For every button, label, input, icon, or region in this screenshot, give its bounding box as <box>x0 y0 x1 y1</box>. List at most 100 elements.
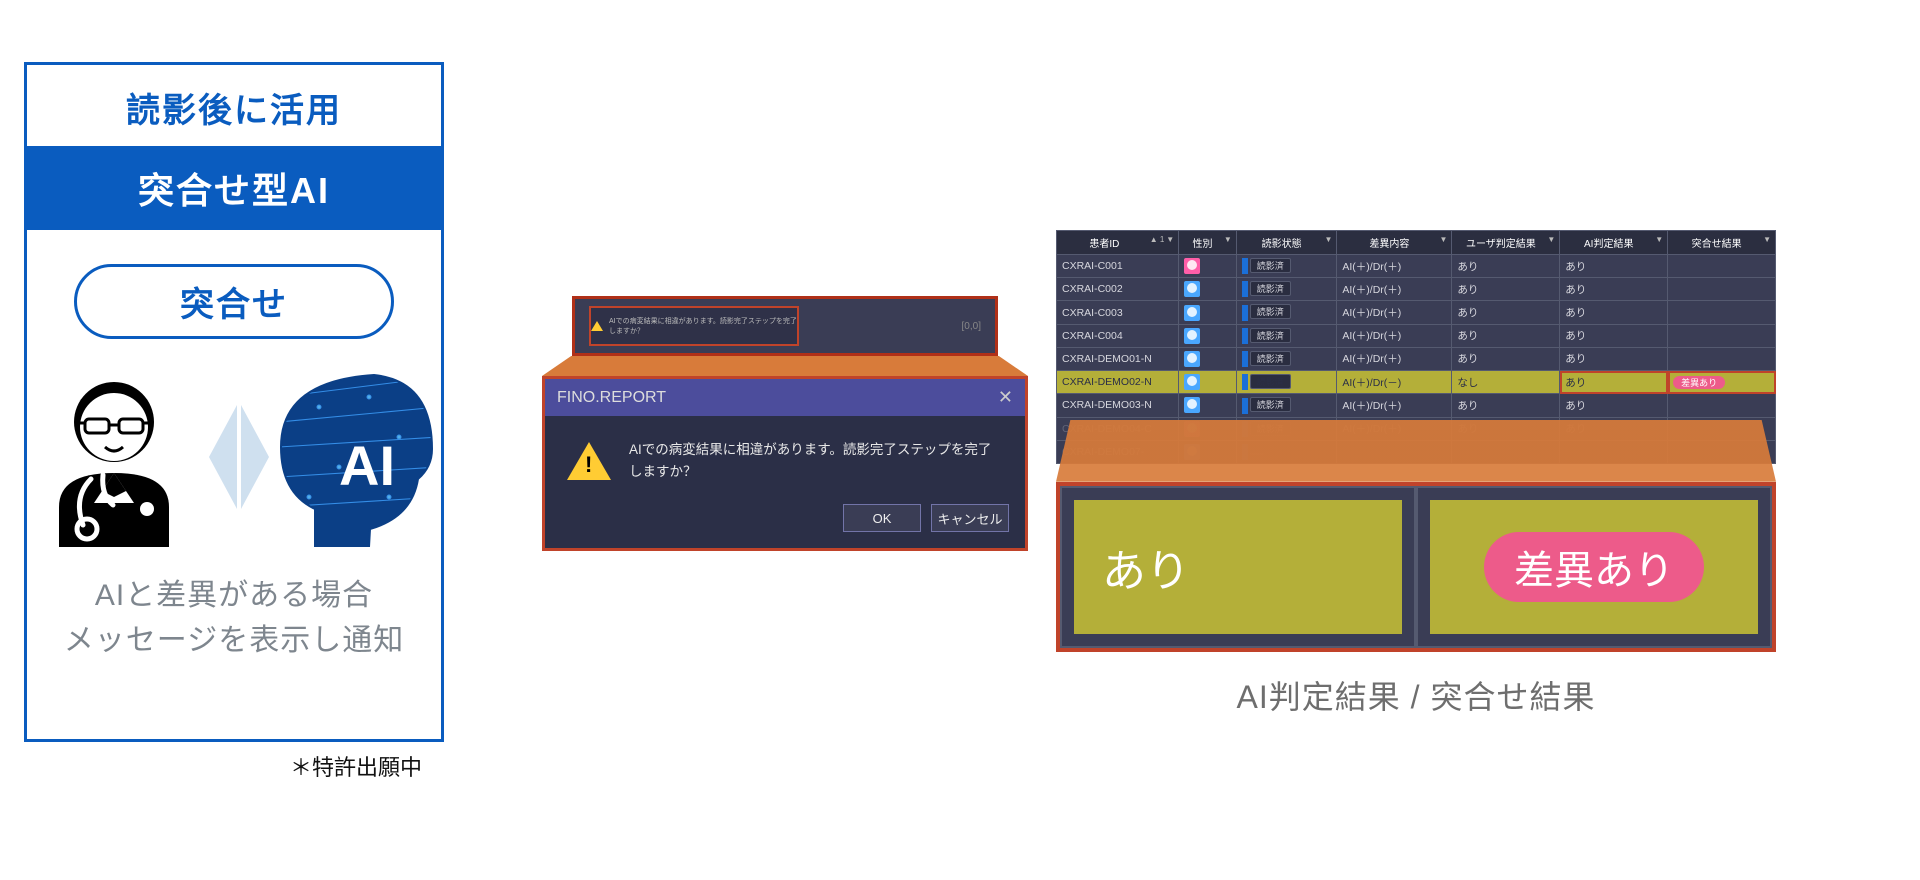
zoom-ai-value: あり <box>1102 535 1190 599</box>
table-cell <box>1179 301 1237 324</box>
col-header[interactable]: 差異内容▼ <box>1337 231 1452 255</box>
col-header[interactable]: ユーザ判定結果▼ <box>1452 231 1560 255</box>
filter-icon[interactable]: ▼ <box>1547 235 1555 244</box>
table-row[interactable]: CXRAI-C004読影済AI(＋)/Dr(＋)ありあり <box>1057 324 1776 347</box>
card-description: AIと差異がある場合 メッセージを表示し通知 <box>27 573 441 663</box>
dialog-message: AIでの病変結果に相違があります。読影完了ステップを完了しますか？ <box>629 439 1003 482</box>
close-icon[interactable]: ✕ <box>998 387 1013 408</box>
status-strip-icon <box>1242 374 1248 390</box>
table-cell: 読影済 <box>1236 324 1337 347</box>
table-row[interactable]: CXRAI-C001読影済AI(＋)/Dr(＋)ありあり <box>1057 255 1776 278</box>
zoom-connector <box>1056 420 1776 482</box>
table-cell: CXRAI-C002 <box>1057 278 1179 301</box>
table-cell: あり <box>1452 324 1560 347</box>
filter-icon[interactable]: ▼ <box>1224 235 1232 244</box>
table-cell: あり <box>1452 301 1560 324</box>
mini-preview-dialog: AIでの病変結果に相違があります。読影完了ステップを完了しますか？ <box>589 306 799 346</box>
table-cell: AI(＋)/Dr(＋) <box>1337 278 1452 301</box>
table-cell: 読影済 <box>1236 394 1337 417</box>
status-strip-icon <box>1242 328 1248 344</box>
table-cell <box>1179 371 1237 394</box>
status-pill: 読影済 <box>1250 374 1291 389</box>
table-cell: AI(＋)/Dr(－) <box>1337 371 1452 394</box>
table-cell: なし <box>1452 371 1560 394</box>
table-row[interactable]: CXRAI-DEMO02-N読影済AI(＋)/Dr(－)なしあり差異あり <box>1057 371 1776 394</box>
filter-icon[interactable]: ▼ <box>1166 235 1174 244</box>
table-cell: AI(＋)/Dr(＋) <box>1337 347 1452 370</box>
status-pill: 読影済 <box>1250 328 1291 343</box>
table-cell: あり <box>1452 347 1560 370</box>
table-cell <box>1668 324 1776 347</box>
col-header[interactable]: 突合せ結果▼ <box>1668 231 1776 255</box>
col-header[interactable]: 読影状態▼ <box>1236 231 1337 255</box>
zoom-cell-ai: あり <box>1060 486 1416 648</box>
zoom-caption: AI判定結果 / 突合せ結果 <box>1056 672 1776 718</box>
table-row[interactable]: CXRAI-C003読影済AI(＋)/Dr(＋)ありあり <box>1057 301 1776 324</box>
table-row[interactable]: CXRAI-C002読影済AI(＋)/Dr(＋)ありあり <box>1057 278 1776 301</box>
ai-head-icon: AI <box>279 367 439 547</box>
table-cell: 読影済 <box>1236 255 1337 278</box>
status-pill: 読影済 <box>1250 351 1291 366</box>
table-cell: CXRAI-DEMO03-N <box>1057 394 1179 417</box>
table-cell: 読影済 <box>1236 347 1337 370</box>
status-strip-icon <box>1242 398 1248 414</box>
table-row[interactable]: CXRAI-DEMO03-N読影済AI(＋)/Dr(＋)ありあり <box>1057 394 1776 417</box>
zoom-row: あり 差異あり <box>1056 482 1776 652</box>
filter-icon[interactable]: ▼ <box>1324 235 1332 244</box>
table-cell: あり <box>1560 278 1668 301</box>
table-cell: 差異あり <box>1668 371 1776 394</box>
gender-icon <box>1184 258 1200 274</box>
filter-icon[interactable]: ▼ <box>1763 235 1771 244</box>
table-cell: あり <box>1560 301 1668 324</box>
col-header[interactable]: 患者ID▼▲ 1 <box>1057 231 1179 255</box>
status-strip-icon <box>1242 258 1248 274</box>
table-cell <box>1668 301 1776 324</box>
table-cell: 読影済 <box>1236 371 1337 394</box>
status-strip-icon <box>1242 281 1248 297</box>
table-cell <box>1179 394 1237 417</box>
patent-note: ＊特許出願中 <box>290 750 422 782</box>
card-pill: 突合せ <box>74 264 394 339</box>
cancel-button[interactable]: キャンセル <box>931 504 1009 532</box>
table-cell <box>1668 394 1776 417</box>
mini-preview-bar: AIでの病変結果に相違があります。読影完了ステップを完了しますか？ [0,0] <box>572 296 998 356</box>
diff-badge: 差異あり <box>1673 376 1725 389</box>
fino-report-dialog: FINO.REPORT ✕ AIでの病変結果に相違があります。読影完了ステップを… <box>542 376 1028 551</box>
gender-icon <box>1184 328 1200 344</box>
table-cell <box>1179 255 1237 278</box>
mini-preview-text: AIでの病変結果に相違があります。読影完了ステップを完了しますか？ <box>609 316 797 336</box>
table-cell: あり <box>1452 278 1560 301</box>
ok-button[interactable]: OK <box>843 504 921 532</box>
col-header[interactable]: AI判定結果▼ <box>1560 231 1668 255</box>
gender-icon <box>1184 281 1200 297</box>
table-cell: CXRAI-C001 <box>1057 255 1179 278</box>
zoom-diff-badge: 差異あり <box>1484 532 1704 602</box>
compare-arrows-icon <box>209 405 269 509</box>
dialog-callout: AIでの病変結果に相違があります。読影完了ステップを完了しますか？ [0,0] … <box>542 296 1028 551</box>
table-cell: あり <box>1560 371 1668 394</box>
table-cell: あり <box>1452 394 1560 417</box>
filter-icon[interactable]: ▼ <box>1440 235 1448 244</box>
warning-icon <box>591 321 603 331</box>
table-cell: あり <box>1560 255 1668 278</box>
filter-icon[interactable]: ▼ <box>1655 235 1663 244</box>
left-feature-card: 読影後に活用 突合せ型AI 突合せ <box>24 62 444 742</box>
table-cell: AI(＋)/Dr(＋) <box>1337 255 1452 278</box>
table-cell <box>1179 278 1237 301</box>
table-cell: あり <box>1560 324 1668 347</box>
table-cell: 読影済 <box>1236 278 1337 301</box>
card-pre-title: 読影後に活用 <box>27 65 441 146</box>
table-cell: AI(＋)/Dr(＋) <box>1337 394 1452 417</box>
table-cell <box>1668 278 1776 301</box>
table-cell: あり <box>1560 347 1668 370</box>
zoom-cell-match: 差異あり <box>1416 486 1772 648</box>
table-cell: あり <box>1452 255 1560 278</box>
gender-icon <box>1184 351 1200 367</box>
status-pill: 読影済 <box>1250 258 1291 273</box>
card-illustration: AI <box>27 367 441 547</box>
table-cell: CXRAI-C004 <box>1057 324 1179 347</box>
sort-icon[interactable]: ▲ 1 <box>1150 235 1165 244</box>
col-header[interactable]: 性別▼ <box>1179 231 1237 255</box>
status-pill: 読影済 <box>1250 397 1291 412</box>
table-row[interactable]: CXRAI-DEMO01-N読影済AI(＋)/Dr(＋)ありあり <box>1057 347 1776 370</box>
